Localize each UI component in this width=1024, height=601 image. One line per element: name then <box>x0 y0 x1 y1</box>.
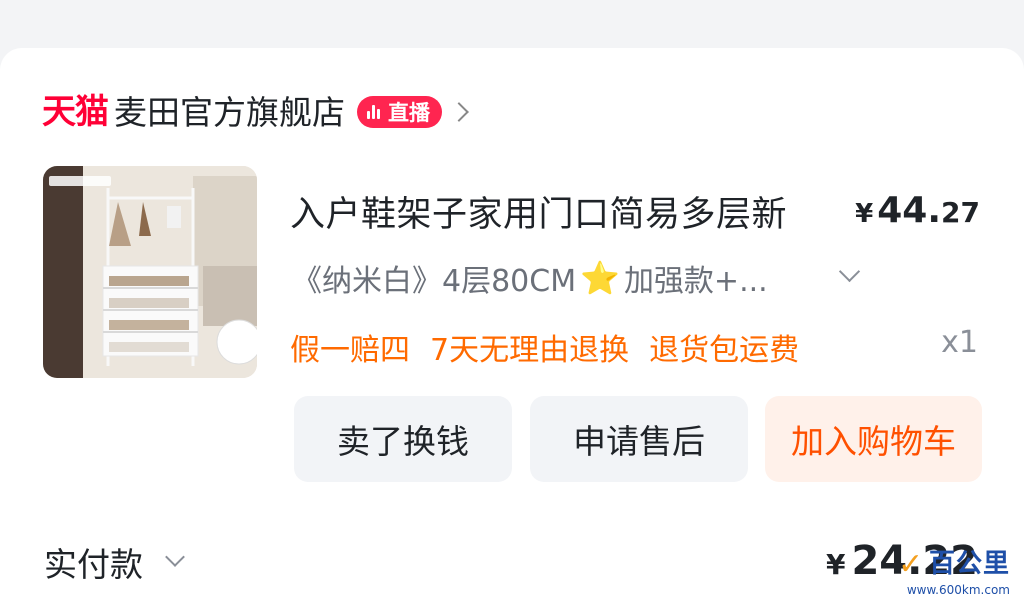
service-tag: 退货包运费 <box>649 333 800 368</box>
after-sale-button[interactable]: 申请售后 <box>530 396 748 482</box>
product-price: ¥44.27 <box>855 190 980 231</box>
product-photo-graphic <box>43 166 257 378</box>
live-badge[interactable]: 直播 <box>357 96 442 128</box>
service-tag: 假一赔四 <box>290 333 410 368</box>
spec-suffix: 加强款+... <box>623 264 768 299</box>
price-currency: ¥ <box>855 199 874 229</box>
sell-button[interactable]: 卖了换钱 <box>294 396 512 482</box>
price-decimal: 27 <box>941 196 980 229</box>
quantity: x1 <box>941 325 978 360</box>
watermark-text: 百公里 <box>928 549 1010 579</box>
live-badge-label: 直播 <box>388 101 430 125</box>
top-strip <box>0 0 1024 46</box>
shop-header[interactable]: 天猫 麦田官方旗舰店 直播 <box>42 90 469 134</box>
shop-name[interactable]: 麦田官方旗舰店 <box>114 96 345 129</box>
watermark-mark-icon: ✓ <box>898 547 924 582</box>
service-tag: 7天无理由退换 <box>430 333 630 368</box>
product-image[interactable] <box>43 166 257 378</box>
add-to-cart-button[interactable]: 加入购物车 <box>765 396 982 482</box>
star-icon: ⭐ <box>580 259 620 297</box>
paid-currency: ¥ <box>825 548 846 581</box>
spec-prefix: 《纳米白》4层80CM <box>292 264 577 299</box>
product-title[interactable]: 入户鞋架子家用门口简易多层新 <box>290 186 787 237</box>
paid-label[interactable]: 实付款 <box>44 538 143 586</box>
product-spec[interactable]: 《纳米白》4层80CM ⭐ 加强款+... <box>292 256 768 300</box>
chevron-right-icon[interactable] <box>449 102 469 122</box>
watermark-url: www.600km.com <box>906 583 1010 597</box>
tmall-logo: 天猫 <box>42 92 109 132</box>
price-integer: 44. <box>877 190 942 231</box>
watermark-logo: ✓ 百公里 www.600km.com <box>898 543 1020 599</box>
service-tags: 假一赔四 7天无理由退换 退货包运费 <box>290 325 799 369</box>
live-bars-icon <box>367 105 382 119</box>
